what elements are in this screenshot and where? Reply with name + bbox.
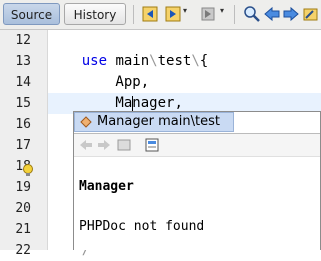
- line-number: 16: [15, 117, 31, 132]
- find-icon[interactable]: [243, 5, 261, 23]
- doc-message: PHPDoc not found: [79, 219, 205, 234]
- editor-toolbar: Source History ▾ ▾: [0, 0, 321, 30]
- class-icon: [79, 115, 93, 129]
- line-number: 22: [15, 243, 31, 258]
- doc-forward-icon[interactable]: [96, 137, 112, 153]
- line-number: 14: [15, 75, 31, 90]
- tab-source[interactable]: Source: [3, 3, 60, 25]
- toolbar-separator: [234, 5, 235, 24]
- line-number: 21: [15, 222, 31, 237]
- line-number: 20: [15, 201, 31, 216]
- toggle-highlight-icon[interactable]: [301, 5, 319, 23]
- text-caret: [131, 95, 133, 111]
- toggle-bookmark-icon[interactable]: [199, 5, 217, 23]
- dropdown-arrow-icon[interactable]: ▾: [220, 6, 224, 15]
- open-browser-icon[interactable]: [116, 137, 132, 153]
- line-number: 19: [15, 180, 31, 195]
- keyword-use: use: [81, 53, 108, 69]
- line-number: 17: [15, 138, 31, 153]
- goto-source-icon[interactable]: [144, 137, 160, 153]
- code-line-app: App,: [48, 74, 150, 90]
- code-completion-popup: Manager main\test Manager PHPDoc not fou…: [73, 111, 321, 250]
- forward-icon[interactable]: [164, 5, 182, 23]
- line-number: 12: [15, 33, 31, 48]
- completion-item-label: Manager main\test: [97, 114, 220, 129]
- line-number-gutter: 12 13 14 15 16 17 18 19 20 21 22: [0, 30, 48, 258]
- completion-item-selected[interactable]: Manager main\test: [74, 112, 234, 132]
- back-icon[interactable]: [141, 5, 159, 23]
- doc-title: Manager: [79, 179, 134, 194]
- toolbar-separator: [133, 5, 134, 24]
- find-next-icon[interactable]: [282, 5, 300, 23]
- find-previous-icon[interactable]: [263, 5, 281, 23]
- line-number: 13: [15, 54, 31, 69]
- tab-history[interactable]: History: [64, 3, 126, 25]
- doc-back-icon[interactable]: [78, 137, 94, 153]
- lightbulb-hint-icon[interactable]: [21, 163, 35, 177]
- dropdown-arrow-icon[interactable]: ▾: [183, 6, 187, 15]
- documentation-panel: Manager PHPDoc not found: [74, 133, 320, 250]
- code-line-use: use main\test\{: [81, 53, 209, 69]
- line-number: 15: [15, 96, 31, 111]
- documentation-toolbar: [74, 134, 320, 157]
